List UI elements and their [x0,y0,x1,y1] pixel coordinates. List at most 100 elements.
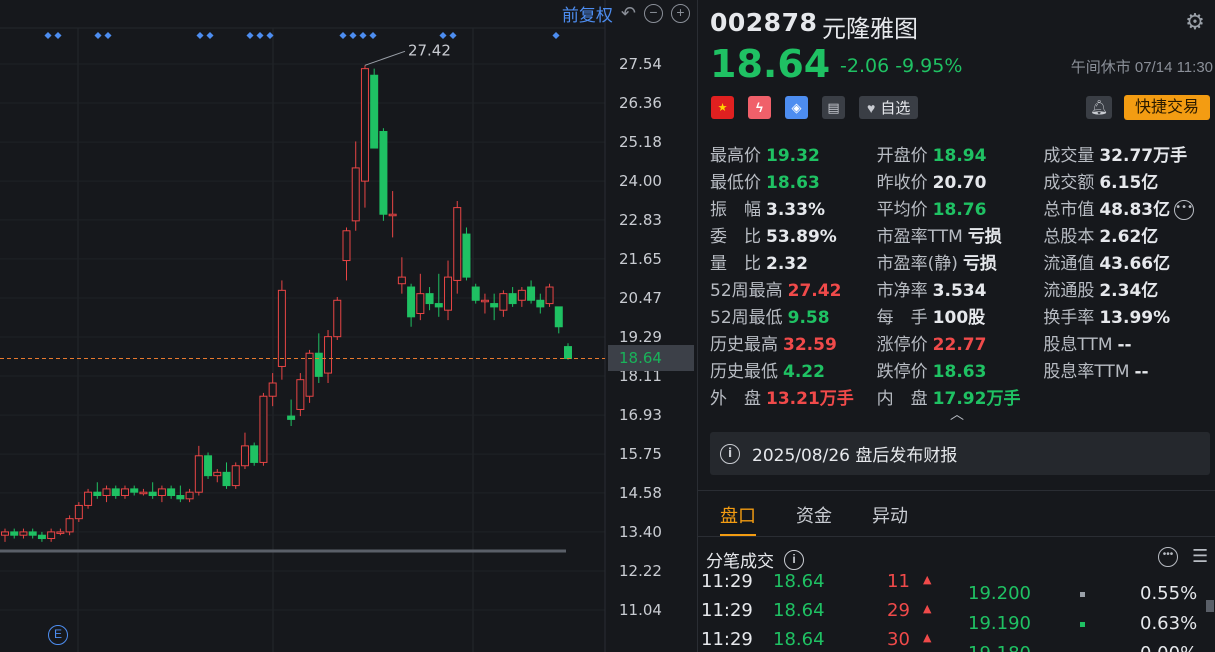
candle-body [176,495,185,500]
y-tick-label: 11.04 [619,601,662,619]
stat-cell: 最高价 19.32 [710,141,877,168]
candle-body [148,491,157,497]
candle-body [120,488,129,497]
tab-盘口[interactable]: 盘口 [720,502,756,536]
stat-label: 流通股 [1043,281,1095,301]
stat-row: 委 比 53.89% 市盈率TTM 亏损 总股本 2.62亿 [710,222,1210,249]
stat-cell: 振 幅 3.33% [710,195,877,222]
stat-label: 换手率 [1043,308,1095,328]
stat-label: 振 幅 [710,200,761,220]
stat-label: 外 盘 [710,389,761,409]
stat-cell: 量 比 2.32 [710,249,877,276]
event-diamond [246,31,254,40]
stat-label: 最高价 [710,146,761,166]
candle-body [490,303,499,308]
stat-value: 3.33% [766,200,825,220]
candle-body [351,167,360,222]
depth-row: 19.200 0.55% [960,583,1215,613]
stat-cell: 市盈率TTM 亏损 [877,222,1044,249]
candle-body [434,303,443,308]
list-icon[interactable]: ☰ [1192,546,1208,567]
buy-arrow-icon: ▲ [923,573,932,586]
candle-body [508,293,517,305]
more-icon[interactable]: ••• [1174,200,1195,220]
candle-body [194,455,203,493]
candle-body [480,299,489,303]
candle-body [517,289,526,301]
stat-cell: 开盘价 18.94 [877,141,1044,168]
candle-body [1,531,9,536]
stat-label: 历史最低 [710,362,778,382]
adjust-mode-button[interactable]: 前复权 [562,1,613,26]
gear-icon[interactable]: ⚙ [1183,9,1207,34]
zoom-out-icon[interactable]: − [644,3,663,23]
tag-icon[interactable]: ◈ [785,96,808,119]
tick-list: 11:29 18.64 11 ▲ 11:29 18.64 29 ▲ 11:29 18.64 30 ▲ [698,572,958,652]
tick-volume: 29 [887,600,910,621]
event-marker-icon[interactable]: E [48,625,68,645]
tab-资金[interactable]: 资金 [796,502,832,536]
stat-row: 52周最低 9.58 每 手 100股 换手率 13.99% [710,303,1210,330]
tick-row: 11:29 18.64 29 ▲ [701,600,951,630]
stat-label: 市盈率(静) [876,254,958,274]
reset-icon[interactable]: ↶ [621,3,636,24]
stat-row: 振 幅 3.33% 平均价 18.76 总市值 48.83亿 ••• [710,195,1210,222]
candle-body [222,471,231,487]
candle-body [111,488,120,497]
stat-cell: 跌停价 18.63 [877,357,1044,384]
stat-value: 18.63 [766,173,820,193]
tick-time: 11:29 [701,600,753,621]
candle-body [287,415,296,420]
candle-body [139,491,148,495]
stat-label: 成交额 [1043,173,1095,193]
candle-body [545,286,554,305]
candle-body [425,293,434,305]
notice-text: 2025/08/26 盘后发布财报 [752,446,958,466]
depth-price: 19.180 [968,643,1031,652]
candle-body [259,395,268,463]
depth-price: 19.200 [968,583,1031,604]
stat-value: 17.92万手 [932,389,1021,409]
candle-body [453,207,462,281]
depth-percent: 0.55% [1140,583,1198,604]
stat-label: 市净率 [876,281,928,301]
flash-icon[interactable]: ϟ [748,96,771,119]
more-icon[interactable]: ••• [1158,547,1178,567]
stat-cell: 市盈率(静) 亏损 [877,249,1044,276]
info-icon[interactable]: i [784,549,804,570]
earnings-notice[interactable]: i 2025/08/26 盘后发布财报 [710,432,1210,475]
event-diamond [439,31,447,40]
depth-bar [1080,592,1085,597]
stat-cell: 股息率TTM -- [1043,357,1210,384]
stock-code: 002878 [710,8,818,37]
y-tick-label: 21.65 [619,249,662,268]
stat-cell: 52周最高 27.42 [710,276,877,303]
bell-icon[interactable]: 🔔︎ [1086,96,1112,119]
stat-label: 股息率TTM [1043,362,1130,382]
scrollbar[interactable] [1206,600,1214,612]
stat-row: 量 比 2.32 市盈率(静) 亏损 流通值 43.66亿 [710,249,1210,276]
stat-value: 2.62亿 [1099,227,1159,247]
kline-chart[interactable]: 27.42 前复权 ↶ − + 27.54 26.36 25.18 24.00 22.8… [0,0,695,652]
candle-body [130,488,139,493]
add-watchlist-button[interactable]: ♥ 自选 [859,96,919,119]
stat-value: 48.83亿 [1099,200,1171,220]
tick-volume: 11 [887,572,910,592]
candle-body [499,293,508,311]
stat-label: 52周最低 [710,308,783,328]
candlestick-plot[interactable]: 27.42 [0,0,695,652]
stat-row: 52周最高 27.42 市净率 3.534 流通股 2.34亿 [710,276,1210,303]
collapse-caret-icon[interactable]: ︿ [950,404,964,424]
stats-grid: 最高价 19.32 开盘价 18.94 成交量 32.77万手 最低价 18.63 昨收价 20.… [710,141,1210,411]
zoom-in-icon[interactable]: + [671,3,690,23]
tick-price: 18.64 [773,600,825,621]
event-diamond [196,31,204,40]
tab-异动[interactable]: 异动 [872,502,908,536]
quick-trade-button[interactable]: 快捷交易 [1124,95,1210,120]
stat-value: 18.76 [932,200,987,220]
depth-row: 19.180 0.00% [960,643,1215,652]
candle-body [444,276,453,311]
stat-label: 开盘价 [876,146,928,166]
note-icon[interactable]: ▤ [822,96,845,119]
candle-body [305,352,314,397]
